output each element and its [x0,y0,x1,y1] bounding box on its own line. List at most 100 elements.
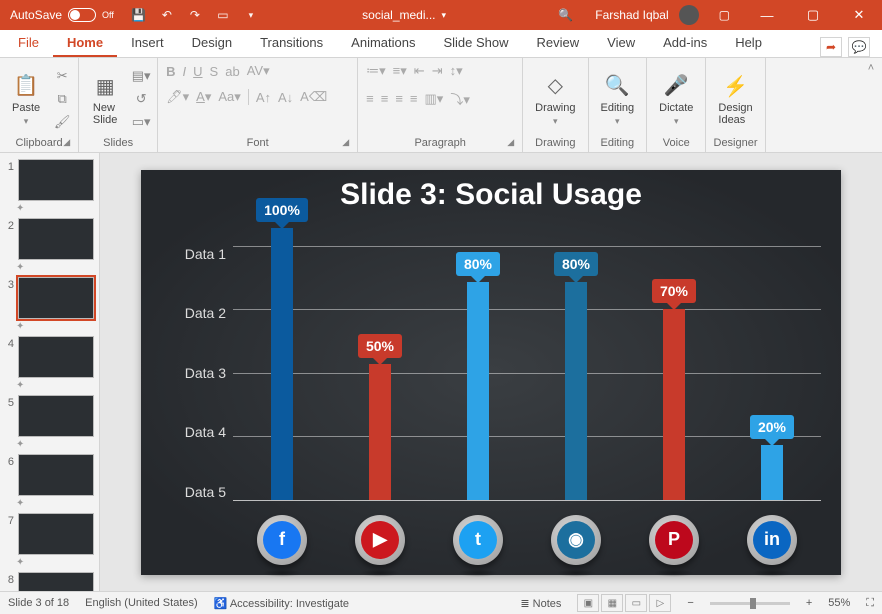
slide-thumbnail-4[interactable] [18,336,94,378]
numbering-button[interactable]: ≡▾ [393,63,407,79]
tab-file[interactable]: File [4,30,53,57]
bar-pinterest[interactable]: 70% [657,228,691,500]
indent-right-button[interactable]: ⇥ [432,63,443,79]
sorter-view-icon[interactable]: ▦ [601,594,623,612]
redo-icon[interactable]: ↷ [188,8,202,22]
new-slide-button[interactable]: ▦ New Slide [85,70,125,128]
tab-home[interactable]: Home [53,30,117,57]
title-dropdown-icon[interactable]: ▾ [442,10,447,21]
document-title[interactable]: social_medi... ▾ [266,8,542,22]
tab-transitions[interactable]: Transitions [246,30,337,57]
clear-format-button[interactable]: A⌫ [300,89,327,105]
highlight-icon[interactable]: A▾ [196,89,211,105]
slide[interactable]: Slide 3: Social Usage Data 1Data 2Data 3… [141,170,841,575]
zoom-level[interactable]: 55% [828,597,850,609]
bullets-button[interactable]: ≔▾ [366,63,386,79]
slide-counter[interactable]: Slide 3 of 18 [8,597,69,609]
chart[interactable]: Data 1Data 2Data 3Data 4Data 5 100%50%80… [161,228,821,500]
comments-icon[interactable]: 💬 [848,37,870,57]
zoom-in-button[interactable]: + [806,597,812,609]
copy-icon[interactable]: ⧉ [52,90,72,108]
decrease-font-button[interactable]: A↓ [278,90,293,105]
instagram-icon[interactable]: ◉ [551,515,601,565]
bar-youtube[interactable]: 50% [363,228,397,500]
slide-thumbnail-7[interactable] [18,513,94,555]
slide-thumbnail-5[interactable] [18,395,94,437]
bar-facebook[interactable]: 100% [265,228,299,500]
reset-icon[interactable]: ↺ [131,90,151,108]
text-direction-button[interactable]: ⤵▾ [450,89,470,108]
collapse-ribbon-icon[interactable]: ˄ [860,58,882,152]
slide-thumbnail-2[interactable] [18,218,94,260]
slide-thumbnail-3[interactable] [18,277,94,319]
launcher-icon[interactable]: ◢ [342,137,349,148]
align-left-button[interactable]: ≡ [366,91,374,106]
ribbon-display-icon[interactable]: ▢ [705,8,744,22]
slideshow-view-icon[interactable]: ▷ [649,594,671,612]
slide-thumbnail-8[interactable] [18,572,94,591]
font-color-icon[interactable]: 🖊▾ [166,89,189,105]
save-icon[interactable]: 💾 [132,8,146,22]
shadow-button[interactable]: ab [225,64,239,79]
present-icon[interactable]: ▭ [216,8,230,22]
youtube-icon[interactable]: ▶ [355,515,405,565]
tab-review[interactable]: Review [523,30,594,57]
underline-button[interactable]: U [193,64,202,79]
launcher-icon[interactable]: ◢ [507,137,514,148]
bar-linkedin[interactable]: 20% [755,228,789,500]
linkedin-icon[interactable]: in [747,515,797,565]
increase-font-button[interactable]: A↑ [256,90,271,105]
tab-animations[interactable]: Animations [337,30,429,57]
design-ideas-button[interactable]: ⚡Design Ideas [712,70,758,128]
slide-thumbnail-6[interactable] [18,454,94,496]
qat-dropdown-icon[interactable]: ▾ [244,8,258,22]
drawing-button[interactable]: ◇Drawing▾ [529,70,581,129]
dictate-button[interactable]: 🎤Dictate▾ [653,70,699,129]
bar-twitter[interactable]: 80% [461,228,495,500]
slide-thumbnails[interactable]: 1 ✦2 ✦3 ✦4 ✦5 ✦6 ✦7 ✦8 ✦ [0,153,100,591]
twitter-icon[interactable]: t [453,515,503,565]
strike-button[interactable]: S [210,64,219,79]
tab-insert[interactable]: Insert [117,30,178,57]
slide-title[interactable]: Slide 3: Social Usage [141,170,841,212]
share-icon[interactable]: ➦ [820,37,842,57]
autosave-toggle[interactable]: AutoSave Off [0,8,124,22]
bold-button[interactable]: B [166,64,175,79]
indent-left-button[interactable]: ⇤ [414,63,425,79]
tab-view[interactable]: View [593,30,649,57]
language-status[interactable]: English (United States) [85,597,198,609]
layout-icon[interactable]: ▤▾ [131,67,151,85]
paste-button[interactable]: 📋 Paste ▾ [6,70,46,129]
tab-add-ins[interactable]: Add-ins [649,30,721,57]
tab-help[interactable]: Help [721,30,776,57]
search-icon[interactable]: 🔍 [542,8,589,22]
user-avatar[interactable] [679,5,699,25]
columns-button[interactable]: ▥▾ [425,91,444,107]
normal-view-icon[interactable]: ▣ [577,594,599,612]
justify-button[interactable]: ≡ [410,91,418,106]
maximize-button[interactable]: ▢ [790,0,836,30]
slide-thumbnail-1[interactable] [18,159,94,201]
line-spacing-button[interactable]: ↕▾ [450,63,463,79]
facebook-icon[interactable]: f [257,515,307,565]
toggle-off-icon[interactable] [68,8,96,22]
zoom-slider[interactable] [710,602,790,605]
tab-design[interactable]: Design [178,30,246,57]
section-icon[interactable]: ▭▾ [131,113,151,131]
reading-view-icon[interactable]: ▭ [625,594,647,612]
zoom-out-button[interactable]: − [687,597,693,609]
change-case-button[interactable]: Aa▾ [218,89,240,105]
align-right-button[interactable]: ≡ [395,91,403,106]
accessibility-status[interactable]: ♿ Accessibility: Investigate [214,597,349,610]
notes-button[interactable]: ≣ Notes [520,597,561,610]
editing-button[interactable]: 🔍Editing▾ [595,70,641,129]
align-center-button[interactable]: ≡ [381,91,389,106]
format-painter-icon[interactable]: 🖌 [52,113,72,131]
tab-slide-show[interactable]: Slide Show [429,30,522,57]
bar-instagram[interactable]: 80% [559,228,593,500]
launcher-icon[interactable]: ◢ [63,137,70,148]
char-spacing-button[interactable]: AV▾ [247,63,270,79]
user-account[interactable]: Farshad Iqbal [589,5,704,25]
cut-icon[interactable]: ✂ [52,67,72,85]
pinterest-icon[interactable]: P [649,515,699,565]
